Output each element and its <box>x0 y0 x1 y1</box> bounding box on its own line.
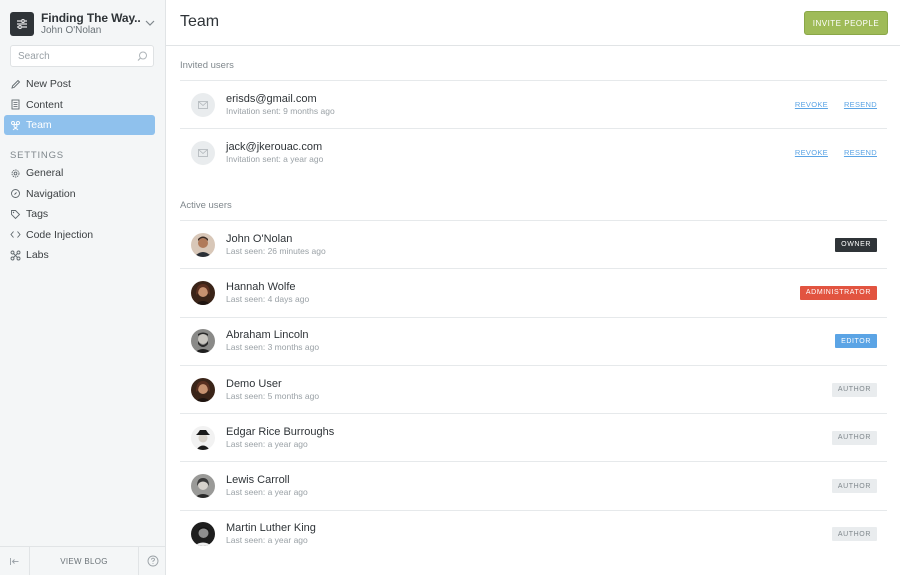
main-content: Team INVITE PEOPLE Invited users erisds@… <box>166 0 900 575</box>
nav-item-content[interactable]: Content <box>4 95 155 115</box>
role-badge: AUTHOR <box>831 479 877 494</box>
team-icon <box>11 120 20 130</box>
nav-item-general[interactable]: General <box>4 163 155 183</box>
code-icon <box>10 231 21 239</box>
page-header: Team INVITE PEOPLE <box>166 0 900 46</box>
document-icon <box>11 99 20 110</box>
avatar <box>191 377 215 402</box>
active-users-heading: Active users <box>180 200 232 211</box>
invited-email: jack@jkerouac.com <box>226 140 323 153</box>
last-seen: Last seen: 26 minutes ago <box>226 245 326 256</box>
nav-item-new-post[interactable]: New Post <box>4 74 155 94</box>
user-row[interactable]: Abraham Lincoln Last seen: 3 months ago E… <box>180 316 887 365</box>
invited-user-row: jack@jkerouac.com Invitation sent: a yea… <box>180 128 887 176</box>
mail-icon <box>191 92 215 117</box>
last-seen: Last seen: a year ago <box>226 535 308 546</box>
labs-icon <box>10 250 21 261</box>
user-name: Edgar Rice Burroughs <box>226 425 335 438</box>
invited-user-row: erisds@gmail.com Invitation sent: 9 mont… <box>180 80 887 128</box>
avatar <box>191 425 215 450</box>
role-badge: AUTHOR <box>831 382 877 397</box>
invited-email: erisds@gmail.com <box>226 92 317 105</box>
invitation-sent: Invitation sent: 9 months ago <box>226 105 335 116</box>
role-badge: OWNER <box>835 237 877 252</box>
nav-item-code-injection[interactable]: Code Injection <box>4 225 155 245</box>
active-users-list: John O'Nolan Last seen: 26 minutes ago OW… <box>180 220 887 558</box>
compass-icon <box>11 189 20 199</box>
invite-people-button[interactable]: INVITE PEOPLE <box>804 11 888 35</box>
avatar <box>191 232 215 257</box>
avatar <box>191 329 215 354</box>
avatar <box>191 522 215 547</box>
user-name: John O'Nolan <box>226 232 293 245</box>
nav-item-label: Tags <box>26 208 49 221</box>
user-name: Martin Luther King <box>226 522 316 535</box>
sidebar-footer: VIEW BLOG <box>0 546 166 575</box>
search-icon <box>137 51 147 61</box>
blog-switcher[interactable]: Finding The Way... John O'Nolan <box>10 11 156 37</box>
last-seen: Last seen: a year ago <box>226 438 308 449</box>
nav-item-label: Code Injection <box>26 228 94 241</box>
user-row[interactable]: Lewis Carroll Last seen: a year ago AUTHO… <box>180 461 887 509</box>
nav-item-label: Team <box>26 119 52 132</box>
blog-logo-icon <box>10 12 34 36</box>
view-blog-link[interactable]: VIEW BLOG <box>30 557 138 566</box>
invited-users-heading: Invited users <box>180 60 234 71</box>
user-row[interactable]: John O'Nolan Last seen: 26 minutes ago OW… <box>180 220 887 268</box>
help-button[interactable] <box>138 547 166 575</box>
user-row[interactable]: Hannah Wolfe Last seen: 4 days ago ADMINI… <box>180 268 887 316</box>
nav-item-label: General <box>26 167 64 179</box>
role-badge: ADMINISTRATOR <box>799 285 877 300</box>
resend-link[interactable]: RESEND <box>844 100 877 109</box>
revoke-link[interactable]: REVOKE <box>795 148 828 157</box>
page-title: Team <box>180 13 220 30</box>
avatar <box>191 280 215 305</box>
nav-item-label: Labs <box>26 249 49 262</box>
search-input[interactable] <box>11 46 131 67</box>
last-seen: Last seen: a year ago <box>226 487 308 498</box>
user-name: Demo User <box>226 377 282 390</box>
help-icon <box>147 555 158 567</box>
blog-title: Finding The Way... <box>41 11 141 25</box>
last-seen: Last seen: 3 months ago <box>226 342 320 353</box>
nav-item-team[interactable]: Team <box>4 115 155 136</box>
invitation-sent: Invitation sent: a year ago <box>226 153 324 164</box>
user-row[interactable]: Edgar Rice Burroughs Last seen: a year ag… <box>180 413 887 461</box>
user-row[interactable]: Demo User Last seen: 5 months ago AUTHOR <box>180 364 887 413</box>
nav-item-label: Navigation <box>26 187 76 200</box>
revoke-link[interactable]: REVOKE <box>795 100 828 109</box>
nav-item-tags[interactable]: Tags <box>4 204 155 224</box>
user-name: Abraham Lincoln <box>226 329 309 342</box>
nav-item-label: New Post <box>26 78 71 90</box>
role-badge: EDITOR <box>835 334 877 349</box>
settings-heading: SETTINGS <box>10 150 64 161</box>
role-badge: AUTHOR <box>831 527 877 542</box>
role-badge: AUTHOR <box>831 430 877 445</box>
tag-icon <box>11 209 21 219</box>
last-seen: Last seen: 4 days ago <box>226 293 310 304</box>
blog-user-name: John O'Nolan <box>41 25 102 36</box>
user-name: Hannah Wolfe <box>226 280 296 293</box>
nav-item-label: Content <box>26 98 63 111</box>
collapse-sidebar-button[interactable] <box>0 547 30 575</box>
search-box <box>10 45 154 67</box>
nav-item-navigation[interactable]: Navigation <box>4 184 155 204</box>
settings-nav: General Navigation Tags Code Injection L… <box>4 163 155 266</box>
nav-item-labs[interactable]: Labs <box>4 245 155 265</box>
sidebar: Finding The Way... John O'Nolan New Post… <box>0 0 166 575</box>
collapse-icon <box>10 557 19 565</box>
pencil-icon <box>11 79 21 89</box>
invited-users-list: erisds@gmail.com Invitation sent: 9 mont… <box>180 80 887 177</box>
gear-icon <box>11 169 20 177</box>
user-row[interactable]: Martin Luther King Last seen: a year ago … <box>180 509 887 558</box>
avatar <box>191 474 215 499</box>
last-seen: Last seen: 5 months ago <box>226 390 320 401</box>
mail-icon <box>191 140 215 165</box>
chevron-down-icon[interactable] <box>144 17 156 29</box>
user-name: Lewis Carroll <box>226 474 290 487</box>
main-nav: New Post Content Team <box>4 74 155 136</box>
resend-link[interactable]: RESEND <box>844 148 877 157</box>
